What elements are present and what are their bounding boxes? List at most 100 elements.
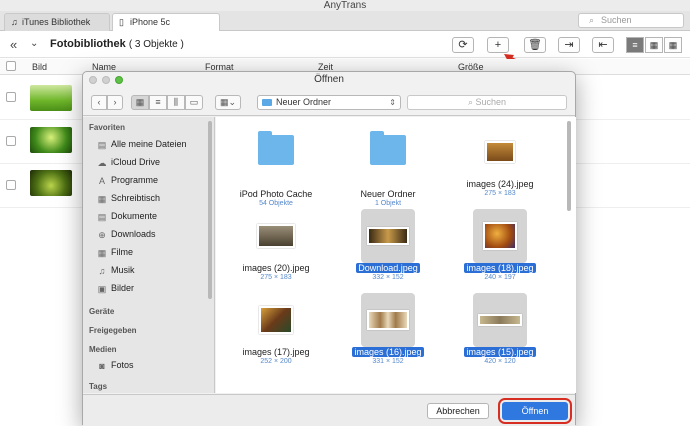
sidebar-item-label: Filme (111, 247, 133, 257)
file-name: images (16).jpeg (352, 347, 424, 357)
folder-icon (370, 131, 406, 165)
tab-iphone[interactable]: ▯ iPhone 5c (112, 13, 220, 31)
file-name: images (17).jpeg (242, 347, 310, 357)
file-name: images (15).jpeg (464, 347, 536, 357)
select-all-checkbox[interactable] (6, 61, 16, 71)
file-item[interactable]: images (20).jpeg 275 × 183 (228, 209, 324, 281)
column-view-button[interactable]: ⫼ (167, 95, 185, 110)
file-item[interactable]: images (15).jpeg 420 × 120 (452, 293, 548, 365)
grid-scrollbar[interactable] (567, 121, 571, 211)
file-thumbnail (249, 209, 303, 263)
row-checkbox[interactable] (6, 180, 16, 190)
row-checkbox[interactable] (6, 136, 16, 146)
dialog-search-input[interactable]: ⌕ Suchen (407, 95, 567, 110)
trash-icon: 🗑 (528, 39, 542, 51)
applications-icon: A (98, 176, 105, 186)
plus-icon: + (494, 39, 502, 51)
refresh-button[interactable]: ⟳ (452, 37, 474, 53)
sidebar-item-label: iCloud Drive (111, 157, 161, 167)
columns-icon: ⫼ (173, 97, 179, 107)
dialog-title: Öffnen (314, 74, 344, 85)
open-button[interactable]: Öffnen (498, 398, 572, 424)
tab-bar: ♫ iTunes Bibliothek ▯ iPhone 5c ⌕ Suchen (0, 11, 690, 31)
folder-icon (262, 99, 272, 106)
sidebar-section-geraete: Geräte (89, 307, 115, 316)
sidebar-item-programme[interactable]: A Programme (97, 175, 158, 186)
cancel-button[interactable]: Abbrechen (427, 403, 489, 419)
sidebar-item-label: Dokumente (111, 211, 158, 221)
file-meta: 252 × 200 (260, 358, 292, 365)
file-thumbnail (361, 131, 415, 189)
sidebar-scrollbar[interactable] (208, 121, 212, 299)
file-thumbnail (473, 209, 527, 263)
delete-button[interactable]: 🗑 (524, 37, 546, 53)
cover-flow-button[interactable]: ▭ (185, 95, 203, 110)
list-view-button[interactable]: ≡ (149, 95, 167, 110)
tab-label: iPhone 5c (130, 17, 171, 27)
icon-view-button[interactable]: ▦ (131, 95, 149, 110)
large-grid-view-button[interactable]: ▦ (664, 37, 682, 53)
folder-icon (258, 131, 294, 165)
phone-icon: ▯ (119, 17, 124, 27)
sidebar-item-icloud-drive[interactable]: ☁ iCloud Drive (97, 157, 161, 168)
item-count: ( 3 Objekte ) (128, 39, 184, 50)
file-item[interactable]: images (18).jpeg 240 × 197 (452, 209, 548, 281)
music-icon: ♫ (11, 17, 18, 27)
row-checkbox[interactable] (6, 92, 16, 102)
collapse-icon[interactable]: « (10, 37, 17, 52)
chevron-left-icon: ‹ (97, 97, 101, 107)
file-meta: 332 × 152 (372, 274, 404, 281)
search-input[interactable]: ⌕ Suchen (578, 13, 684, 28)
refresh-icon: ⟳ (458, 39, 468, 51)
large-grid-icon: ▦ (668, 40, 678, 50)
file-name: iPod Photo Cache (239, 189, 313, 199)
forward-button[interactable]: › (107, 95, 123, 110)
file-item[interactable]: iPod Photo Cache 54 Objekte (228, 125, 324, 207)
file-meta: 275 × 183 (484, 190, 516, 197)
photo-thumbnail (30, 170, 72, 196)
export-to-computer-button[interactable]: ⇥ (558, 37, 580, 53)
file-item[interactable]: Download.jpeg 332 × 152 (340, 209, 436, 281)
add-button[interactable]: + (487, 37, 509, 53)
column-bild[interactable]: Bild (32, 62, 47, 72)
sidebar-item-all-files[interactable]: ▤ Alle meine Dateien (97, 139, 187, 150)
list-view-button[interactable]: ≡ (626, 37, 644, 53)
sidebar-item-downloads[interactable]: ⊕ Downloads (97, 229, 156, 240)
cover-flow-icon: ▭ (189, 97, 199, 107)
export-icon: ⇥ (564, 39, 574, 51)
file-item[interactable]: images (16).jpeg 331 × 152 (340, 293, 436, 365)
desktop-icon: ▦ (97, 194, 107, 204)
music-icon: ♫ (98, 266, 106, 276)
tab-itunes-library[interactable]: ♫ iTunes Bibliothek (4, 13, 110, 31)
sidebar-item-fotos[interactable]: ◙ Fotos (97, 360, 133, 371)
sidebar-item-schreibtisch[interactable]: ▦ Schreibtisch (97, 193, 160, 204)
file-thumbnail (473, 293, 527, 347)
back-button[interactable]: ‹ (91, 95, 107, 110)
arrange-icon: ▦⌄ (219, 97, 237, 107)
page-title: Fotobibliothek ( 3 Objekte ) (50, 38, 184, 50)
file-item[interactable]: images (17).jpeg 252 × 200 (228, 293, 324, 365)
arrange-button[interactable]: ▦⌄ (215, 95, 241, 110)
document-icon: ▤ (97, 212, 107, 222)
file-item[interactable]: images (24).jpeg 275 × 183 (452, 125, 548, 197)
list-icon: ≡ (155, 97, 161, 107)
file-item[interactable]: Neuer Ordner 1 Objekt (340, 125, 436, 207)
sidebar-item-label: Downloads (111, 229, 156, 239)
sidebar-item-musik[interactable]: ♫ Musik (97, 265, 135, 276)
pictures-icon: ▣ (97, 284, 107, 294)
sidebar-item-dokumente[interactable]: ▤ Dokumente (97, 211, 158, 222)
list-icon: ≡ (632, 40, 638, 50)
download-icon: ⊕ (98, 230, 106, 240)
sidebar-item-filme[interactable]: ▦ Filme (97, 247, 133, 258)
window-title: AnyTrans (0, 0, 690, 11)
chevron-down-icon[interactable]: ⌄ (30, 38, 38, 49)
sidebar-item-bilder[interactable]: ▣ Bilder (97, 283, 134, 294)
folder-select[interactable]: Neuer Ordner ⇕ (257, 95, 401, 110)
file-name: Neuer Ordner (360, 189, 416, 199)
sidebar-item-label: Musik (111, 265, 135, 275)
grid-view-button[interactable]: ▦ (645, 37, 663, 53)
file-meta: 1 Objekt (374, 200, 402, 207)
export-to-device-button[interactable]: ⇤ (592, 37, 614, 53)
file-meta: 275 × 183 (260, 274, 292, 281)
file-thumbnail (473, 125, 527, 179)
